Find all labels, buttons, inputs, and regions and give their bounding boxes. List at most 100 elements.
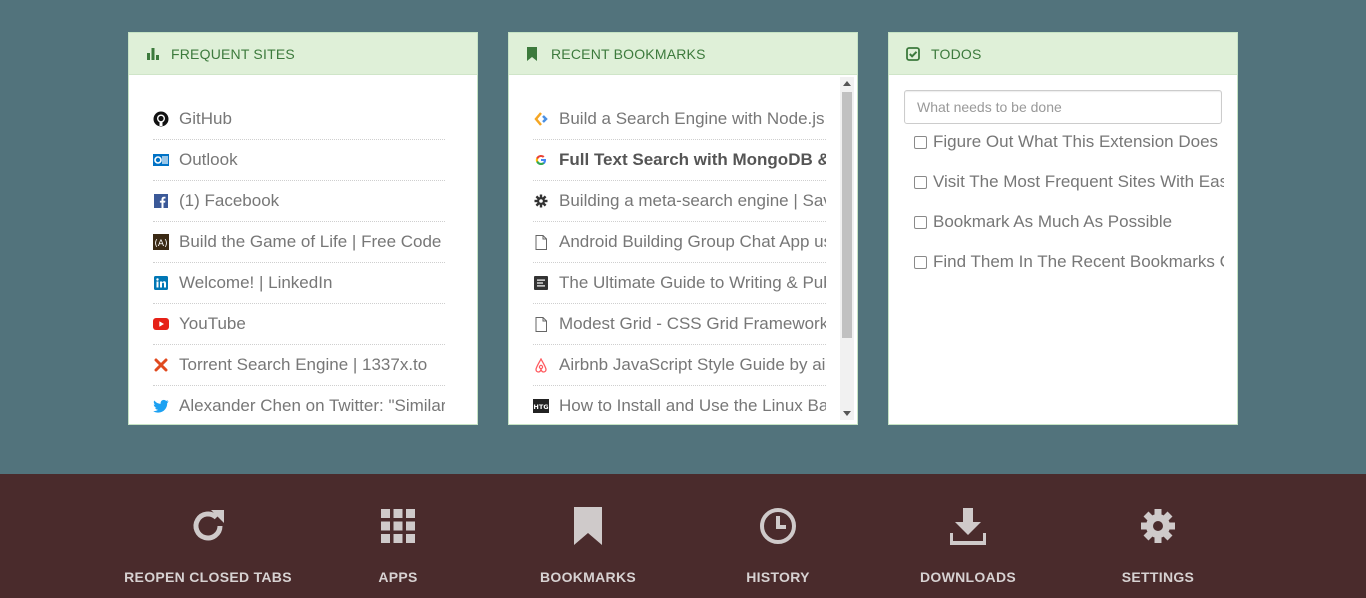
list-item[interactable]: The Ultimate Guide to Writing & Pub <box>533 263 826 304</box>
list-item[interactable]: Modest Grid - CSS Grid Framework <box>533 304 826 345</box>
gear-icon <box>1139 506 1177 546</box>
bookmark-icon <box>526 46 540 61</box>
clock-icon <box>759 506 797 546</box>
list-item[interactable]: Android Building Group Chat App us <box>533 222 826 263</box>
svg-text:HTG: HTG <box>533 403 548 411</box>
todo-label: Bookmark As Much As Possible <box>933 212 1173 231</box>
bookmark-label: How to Install and Use the Linux Ba <box>559 396 826 415</box>
todo-checkbox[interactable] <box>914 136 927 149</box>
footer-button-label: HISTORY <box>746 569 810 585</box>
site-label: (1) Facebook <box>179 191 280 210</box>
todo-item: Figure Out What This Extension Does <box>914 129 1224 169</box>
todo-item: Bookmark As Much As Possible <box>914 209 1224 249</box>
footer-button-label: BOOKMARKS <box>539 569 637 585</box>
history-button[interactable]: HISTORY <box>738 474 818 598</box>
page-icon <box>533 234 549 250</box>
todos-panel: TODOS Figure Out What This Extension Doe… <box>888 32 1238 425</box>
todo-label: Visit The Most Frequent Sites With Ease <box>933 172 1224 191</box>
list-item[interactable]: Alexander Chen on Twitter: "Similar <box>153 386 445 424</box>
airbnb-icon <box>533 357 549 373</box>
frequent-sites-title: FREQUENT SITES <box>171 45 295 62</box>
github-icon <box>153 111 169 127</box>
google-icon <box>533 152 549 168</box>
site-label: GitHub <box>179 109 232 128</box>
site-label: YouTube <box>179 314 246 333</box>
bookmark-label: Airbnb JavaScript Style Guide by air <box>559 355 826 374</box>
footer-button-label: SETTINGS <box>1121 569 1195 585</box>
check-square-icon <box>906 46 920 61</box>
todo-checkbox[interactable] <box>914 256 927 269</box>
doc-dark-icon <box>533 275 549 291</box>
list-item[interactable]: Build a Search Engine with Node.js <box>533 99 826 140</box>
recent-bookmarks-header: RECENT BOOKMARKS <box>509 33 857 75</box>
todo-input[interactable] <box>904 90 1222 124</box>
bar-chart-icon <box>146 47 160 61</box>
page-icon <box>533 316 549 332</box>
list-item[interactable]: Welcome! | LinkedIn <box>153 263 445 304</box>
youtube-icon <box>153 316 169 332</box>
settings-button[interactable]: SETTINGS <box>1118 474 1198 598</box>
list-item[interactable]: Full Text Search with MongoDB & Node.js <box>533 140 826 181</box>
apps-button[interactable]: APPS <box>368 474 428 598</box>
list-item[interactable]: (A) Build the Game of Life | Free Code C… <box>153 222 445 263</box>
outlook-icon <box>153 152 169 168</box>
todo-item: Visit The Most Frequent Sites With Ease <box>914 169 1224 209</box>
recent-bookmarks-title: RECENT BOOKMARKS <box>551 45 706 62</box>
footer-button-label: DOWNLOADS <box>919 569 1017 585</box>
site-label: Outlook <box>179 150 238 169</box>
scroll-down-icon[interactable] <box>843 411 851 416</box>
list-item[interactable]: Torrent Search Engine | 1337x.to <box>153 345 445 386</box>
apps-grid-icon <box>381 506 415 546</box>
recent-bookmarks-panel: RECENT BOOKMARKS Build a Search Engine w… <box>508 32 858 425</box>
frequent-sites-panel: FREQUENT SITES GitHub Outlook (1) Facebo… <box>128 32 478 425</box>
scrollbar-thumb[interactable] <box>842 92 852 338</box>
todo-checkbox[interactable] <box>914 216 927 229</box>
recent-bookmarks-list: Build a Search Engine with Node.js Full … <box>533 99 826 424</box>
site-label: Welcome! | LinkedIn <box>179 273 333 292</box>
footer-toolbar: REOPEN CLOSED TABS APPS BOOKMARKS HISTOR… <box>0 474 1366 598</box>
frequent-sites-list: GitHub Outlook (1) Facebook (A) Build th… <box>153 99 445 424</box>
todo-label: Figure Out What This Extension Does <box>933 132 1219 151</box>
reopen-closed-tabs-button[interactable]: REOPEN CLOSED TABS <box>124 474 292 598</box>
bookmark-label: Android Building Group Chat App us <box>559 232 826 251</box>
footer-button-label: REOPEN CLOSED TABS <box>124 569 292 585</box>
bookmarks-scrollbar[interactable] <box>840 77 854 420</box>
bookmarks-button[interactable]: BOOKMARKS <box>538 474 638 598</box>
scroll-up-icon[interactable] <box>843 81 851 86</box>
twitter-icon <box>153 398 169 414</box>
list-item[interactable]: HTG How to Install and Use the Linux Ba <box>533 386 826 424</box>
download-icon <box>950 506 986 546</box>
bookmark-icon <box>573 506 603 546</box>
todo-label: Find Them In The Recent Bookmarks Compon… <box>933 252 1224 271</box>
list-item[interactable]: (1) Facebook <box>153 181 445 222</box>
footer-button-label: APPS <box>378 569 418 585</box>
todo-item: Find Them In The Recent Bookmarks Compon… <box>914 249 1224 289</box>
1337x-icon <box>153 357 169 373</box>
site-label: Build the Game of Life | Free Code Camp <box>179 232 445 251</box>
site-label: Alexander Chen on Twitter: "Similar <box>179 396 445 415</box>
list-item[interactable]: GitHub <box>153 99 445 140</box>
bookmark-label: The Ultimate Guide to Writing & Pub <box>559 273 826 292</box>
todo-checkbox[interactable] <box>914 176 927 189</box>
linkedin-icon <box>153 275 169 291</box>
facebook-icon <box>153 193 169 209</box>
site-label: Torrent Search Engine | 1337x.to <box>179 355 428 374</box>
list-item[interactable]: Outlook <box>153 140 445 181</box>
gear-icon <box>533 193 549 209</box>
bookmark-label: Building a meta-search engine | Sav <box>559 191 826 210</box>
frequent-sites-header: FREQUENT SITES <box>129 33 477 75</box>
refresh-icon <box>189 506 227 546</box>
todos-header: TODOS <box>889 33 1237 75</box>
codementor-icon <box>533 111 549 127</box>
downloads-button[interactable]: DOWNLOADS <box>918 474 1018 598</box>
todo-list: Figure Out What This Extension Does Visi… <box>914 129 1224 289</box>
list-item[interactable]: Building a meta-search engine | Sav <box>533 181 826 222</box>
htg-icon: HTG <box>533 398 549 414</box>
svg-text:(A): (A) <box>154 239 167 249</box>
list-item[interactable]: YouTube <box>153 304 445 345</box>
bookmark-label: Modest Grid - CSS Grid Framework <box>559 314 826 333</box>
freecodecamp-icon: (A) <box>153 234 169 250</box>
bookmark-label: Full Text Search with MongoDB & Node.js <box>559 150 826 169</box>
bookmark-label: Build a Search Engine with Node.js <box>559 109 825 128</box>
list-item[interactable]: Airbnb JavaScript Style Guide by air <box>533 345 826 386</box>
